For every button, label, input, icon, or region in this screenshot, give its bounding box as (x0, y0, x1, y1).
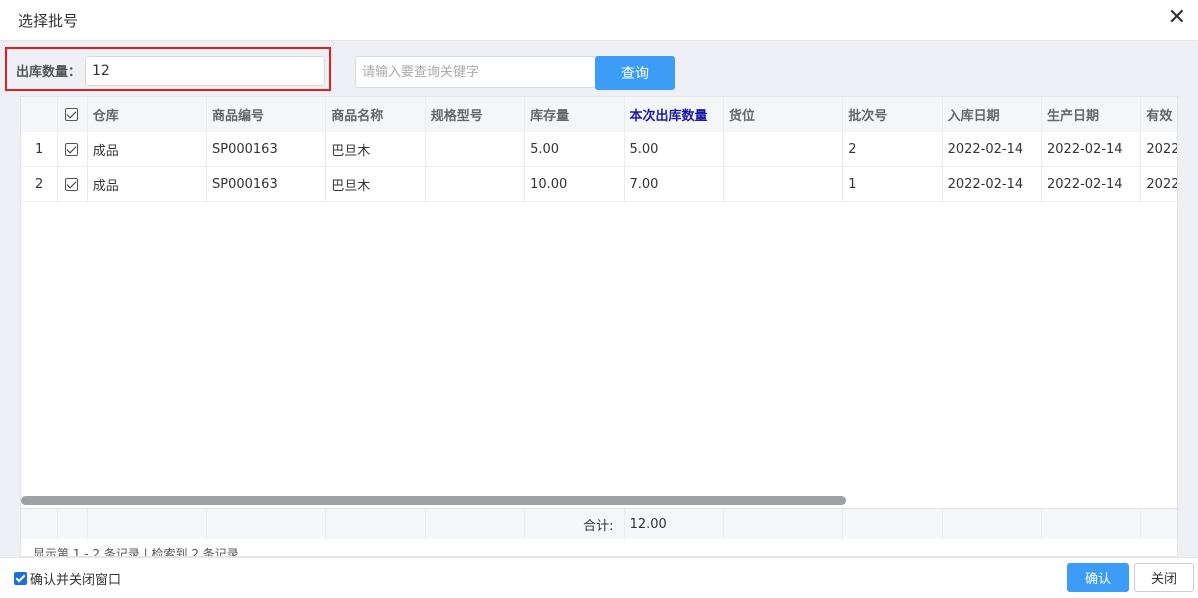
search-input[interactable] (355, 56, 597, 88)
confirm-close-checkbox[interactable]: 确认并关闭窗口 (14, 569, 121, 588)
header-product-name[interactable]: 商品名称 (326, 97, 426, 132)
cell-out-qty[interactable]: 7.00 (625, 167, 724, 201)
qty-label: 出库数量： (16, 65, 82, 80)
horizontal-scrollbar[interactable] (21, 496, 846, 505)
footer-cell (58, 509, 88, 539)
header-in-date[interactable]: 入库日期 (943, 97, 1042, 132)
header-spec[interactable]: 规格型号 (426, 97, 526, 132)
total-label: 合计: (525, 509, 625, 539)
cell-in-date: 2022-02-14 (943, 167, 1042, 201)
record-status: 显示第 1 - 2 条记录 | 检索到 2 条记录 (33, 547, 239, 557)
header-warehouse[interactable]: 仓库 (88, 97, 207, 132)
qty-highlight-box: 出库数量： (5, 47, 331, 91)
cell-product-name: 巴旦木 (326, 132, 426, 166)
footer-cell (207, 509, 327, 539)
header-prod-date[interactable]: 生产日期 (1042, 97, 1142, 132)
footer-cell (724, 509, 844, 539)
qty-input[interactable] (85, 56, 325, 86)
checkbox-checked-icon[interactable] (14, 572, 27, 585)
checkbox-icon[interactable] (64, 142, 78, 156)
header-location[interactable]: 货位 (724, 97, 844, 132)
checkbox-icon[interactable] (64, 108, 78, 121)
footer-cell (1141, 509, 1177, 539)
confirm-close-label: 确认并关闭窗口 (30, 573, 122, 588)
close-icon[interactable]: ✕ (1168, 6, 1186, 30)
cell-stock: 5.00 (525, 132, 625, 166)
row-checkbox[interactable] (58, 132, 88, 166)
footer-cell (843, 509, 943, 539)
dialog-titlebar: 选择批号 ✕ (0, 0, 1198, 41)
cell-warehouse: 成品 (88, 132, 207, 166)
cell-location (724, 132, 844, 166)
dialog-content: 出库数量： 查询 仓库 商品编号 商品名称 规格型号 库存量 本次出库数量 货位… (0, 41, 1198, 557)
row-index: 1 (21, 132, 58, 166)
cell-in-date: 2022-02-14 (943, 132, 1042, 166)
table-header: 仓库 商品编号 商品名称 规格型号 库存量 本次出库数量 货位 批次号 入库日期… (21, 97, 1177, 133)
header-out-qty[interactable]: 本次出库数量 (625, 97, 724, 132)
cell-stock: 10.00 (525, 167, 625, 201)
header-stock[interactable]: 库存量 (525, 97, 625, 132)
cell-spec (426, 132, 526, 166)
cell-out-qty[interactable]: 5.00 (625, 132, 724, 166)
table-row[interactable]: 2 成品 SP000163 巴旦木 10.00 7.00 1 2022-02-1… (21, 167, 1177, 202)
footer-cell (426, 509, 526, 539)
cell-product-name: 巴旦木 (326, 167, 426, 201)
search-button[interactable]: 查询 (595, 56, 675, 90)
cell-location (724, 167, 844, 201)
close-button[interactable]: 关闭 (1134, 563, 1194, 592)
total-value: 12.00 (625, 509, 724, 539)
cell-prod-date: 2022-02-14 (1042, 132, 1142, 166)
cell-spec (426, 167, 526, 201)
row-checkbox[interactable] (58, 167, 88, 201)
footer-cell (88, 509, 207, 539)
cell-product-code: SP000163 (207, 132, 327, 166)
header-product-code[interactable]: 商品编号 (207, 97, 327, 132)
footer-cell (326, 509, 426, 539)
cell-expiry: 2022 (1141, 167, 1177, 201)
cell-batch-no: 2 (843, 132, 943, 166)
cell-batch-no: 1 (843, 167, 943, 201)
cell-prod-date: 2022-02-14 (1042, 167, 1142, 201)
dialog-footer: 确认并关闭窗口 确认 关闭 (0, 557, 1198, 598)
cell-product-code: SP000163 (207, 167, 327, 201)
table-footer: 合计: 12.00 (21, 508, 1177, 539)
batch-table: 仓库 商品编号 商品名称 规格型号 库存量 本次出库数量 货位 批次号 入库日期… (20, 96, 1178, 557)
header-batch-no[interactable]: 批次号 (843, 97, 943, 132)
header-select-all[interactable] (58, 97, 88, 132)
footer-cell (943, 509, 1043, 539)
cell-warehouse: 成品 (88, 167, 207, 201)
table-row[interactable]: 1 成品 SP000163 巴旦木 5.00 5.00 2 2022-02-14… (21, 132, 1177, 167)
header-index (21, 97, 58, 132)
footer-cell (21, 509, 58, 539)
confirm-button[interactable]: 确认 (1067, 563, 1129, 592)
cell-expiry: 2022 (1141, 132, 1177, 166)
dialog-title: 选择批号 (18, 12, 79, 30)
checkbox-icon[interactable] (64, 177, 78, 191)
footer-cell (1042, 509, 1142, 539)
header-expiry[interactable]: 有效 (1141, 97, 1177, 132)
row-index: 2 (21, 167, 58, 201)
